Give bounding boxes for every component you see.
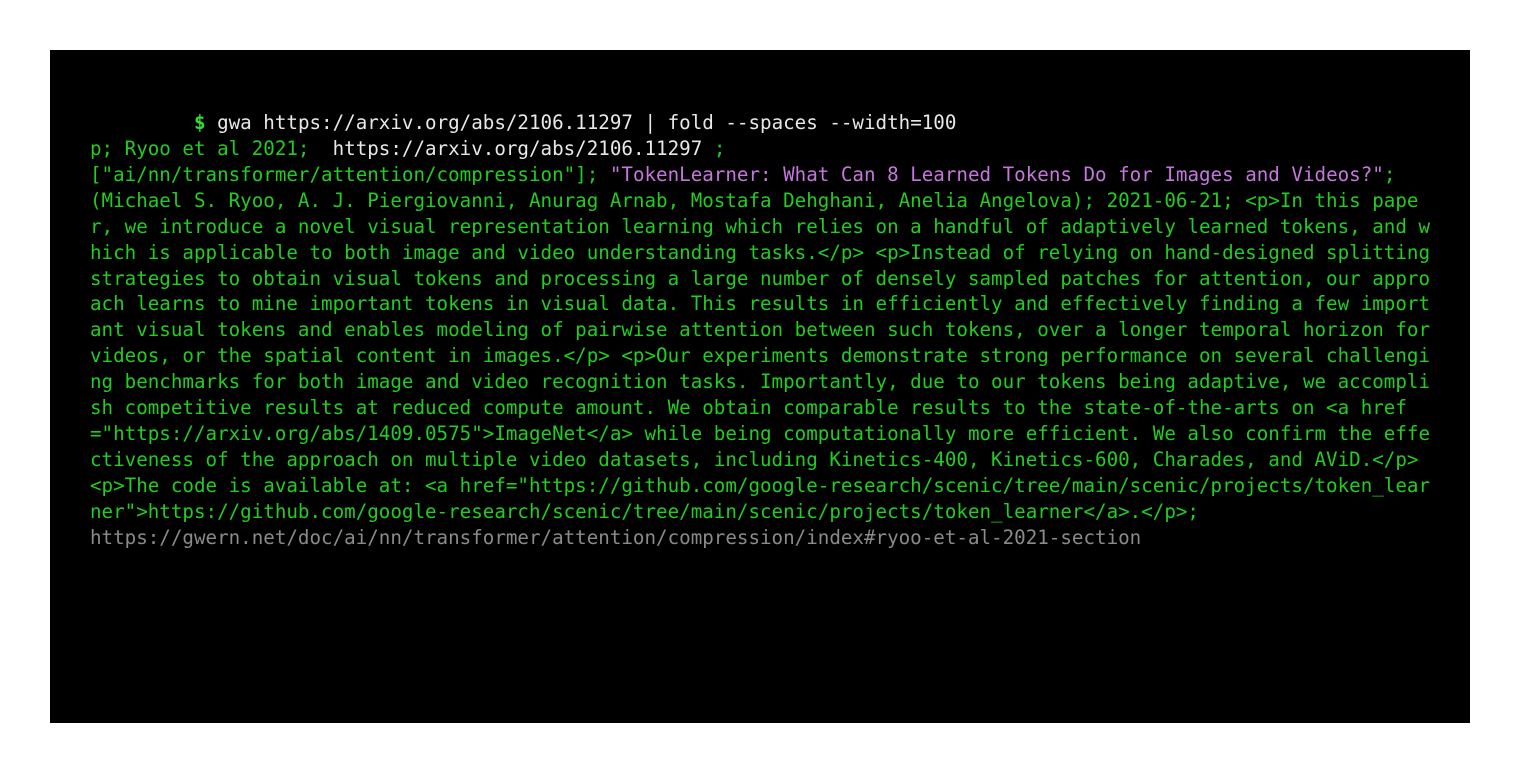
prompt-line: $ gwa https://arxiv.org/abs/2106.11297 |… [194, 111, 956, 134]
arxiv-url: https://arxiv.org/abs/2106.11297 [333, 137, 703, 160]
sep: ; [587, 163, 610, 186]
citation-prefix: p; Ryoo et al 2021; [90, 137, 333, 160]
sep2: ; [1384, 163, 1396, 186]
paper-title-part-a: "TokenLearner: What Can 8 Learned Tokens… [610, 163, 1165, 186]
paper-title-part-b: Images and Videos?" [1164, 163, 1384, 186]
terminal-window[interactable]: $ gwa https://arxiv.org/abs/2106.11297 |… [50, 50, 1470, 723]
tag-line: ["ai/nn/transformer/attention/compressio… [90, 163, 587, 186]
citation-suffix: ; [702, 137, 725, 160]
command-text: gwa https://arxiv.org/abs/2106.11297 | f… [217, 111, 956, 134]
footer-url: https://gwern.net/doc/ai/nn/transformer/… [90, 526, 1141, 549]
prompt-dollar: $ [194, 111, 206, 134]
abstract-text: <p>In this paper, we introduce a novel v… [90, 189, 1442, 523]
